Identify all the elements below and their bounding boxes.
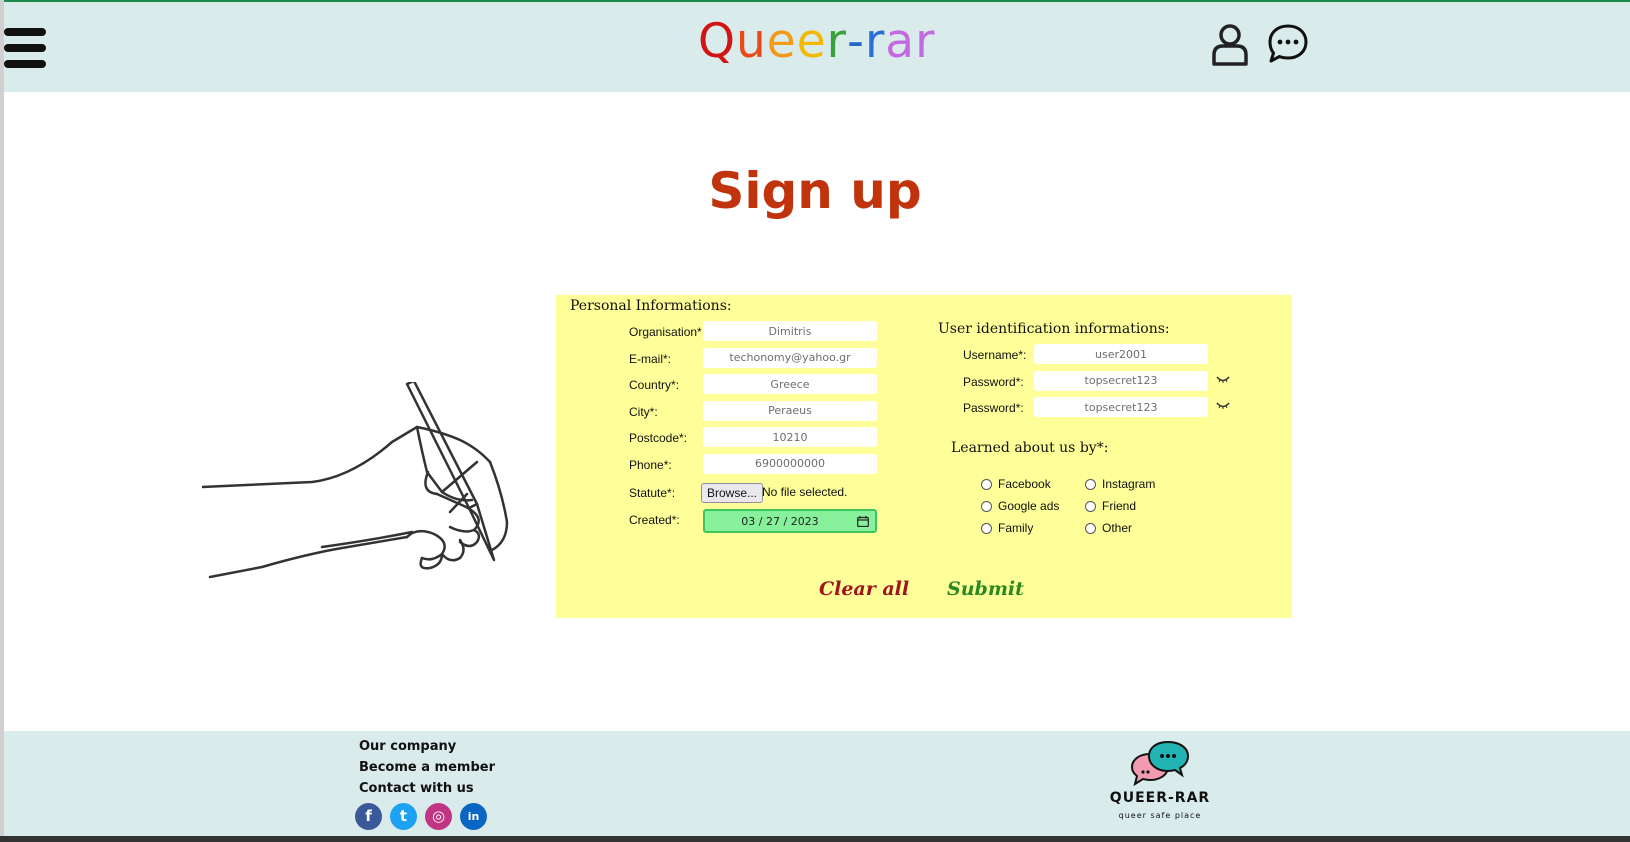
left-border (0, 0, 4, 842)
field-label-username: Username*: (963, 348, 1027, 362)
radio-instagram[interactable] (1085, 479, 1096, 490)
field-label-organisation: Organisation* (629, 325, 702, 339)
field-label-postcode: Postcode*: (629, 431, 688, 445)
statute-label: Statute*: (629, 486, 676, 500)
footer-link-our-company[interactable]: Our company (359, 739, 456, 754)
site-logo[interactable]: Queer-rar (698, 14, 935, 69)
instagram-icon[interactable]: ◎ (425, 803, 452, 830)
logo-letter: a (885, 14, 916, 69)
site-header: Queer-rar (4, 2, 1630, 92)
logo-letter: r (826, 14, 847, 69)
radio-label: Friend (1102, 499, 1137, 513)
phone-input[interactable] (703, 453, 877, 474)
radio-friend[interactable] (1085, 501, 1096, 512)
chat-icon[interactable] (1266, 22, 1310, 66)
field-label-phone: Phone*: (629, 457, 672, 472)
logo-letter: Q (698, 14, 736, 69)
radio-label: Facebook (998, 477, 1051, 491)
calendar-icon[interactable] (857, 516, 869, 527)
footer-link-become-a-member[interactable]: Become a member (359, 760, 495, 775)
file-status: No file selected. (762, 485, 848, 499)
radio-label: Google ads (998, 499, 1060, 513)
password-input[interactable] (1034, 370, 1208, 391)
postcode-input[interactable] (703, 427, 877, 447)
radio-family[interactable] (981, 523, 992, 534)
user-info-title: User identification informations: (938, 321, 1170, 337)
created-date-input[interactable]: 03 / 27 / 2023 (703, 509, 877, 533)
signup-form: Personal Informations: Organisation* E-ma… (556, 295, 1292, 618)
radio-google-ads[interactable] (981, 501, 992, 512)
radio-label: Family (998, 521, 1034, 535)
clear-all-button[interactable]: Clear all (819, 578, 909, 600)
e-mail-input[interactable] (703, 347, 877, 368)
city-input[interactable] (703, 400, 877, 421)
site-footer (4, 731, 1630, 836)
logo-letter: r (864, 14, 886, 69)
field-label-password: Password*: (963, 374, 1024, 389)
page-title: Sign up (708, 162, 922, 220)
submit-button[interactable]: Submit (947, 578, 1024, 600)
user-icon[interactable] (1210, 22, 1250, 66)
field-label-country: Country*: (629, 378, 680, 392)
radio-label: Other (1102, 521, 1133, 535)
facebook-icon[interactable]: f (355, 803, 382, 830)
created-label: Created*: (629, 513, 680, 527)
bottom-border (0, 836, 1630, 842)
logo-letter: - (846, 14, 865, 69)
footer-link-contact-with-us[interactable]: Contact with us (359, 781, 474, 796)
hand-writing-illustration (202, 382, 509, 579)
logo-letter: u (736, 14, 767, 69)
username-input[interactable] (1034, 344, 1208, 364)
logo-letter: r (915, 14, 936, 69)
radio-other[interactable] (1085, 523, 1096, 534)
created-date-value: 03 / 27 / 2023 (741, 515, 819, 528)
personal-info-title: Personal Informations: (570, 298, 732, 314)
hamburger-menu-icon[interactable] (4, 28, 46, 70)
logo-letter: e (796, 14, 827, 69)
brand-name: QUEER-RAR (1109, 790, 1211, 806)
learned-title: Learned about us by*: (951, 440, 1109, 456)
brand-tagline: queer safe place (1118, 811, 1202, 820)
field-label-password-confirm: Password*: (963, 401, 1024, 415)
radio-label: Instagram (1102, 477, 1156, 491)
field-label-e-mail: E-mail*: (629, 351, 672, 366)
field-label-city: City*: (629, 404, 658, 419)
password-confirm-input[interactable] (1034, 397, 1208, 417)
country-input[interactable] (703, 374, 877, 394)
organisation-input[interactable] (703, 321, 877, 341)
radio-facebook[interactable] (981, 479, 992, 490)
twitter-icon[interactable]: t (390, 803, 417, 830)
linkedin-icon[interactable]: in (460, 803, 487, 830)
logo-letter: e (766, 14, 797, 69)
show-password-icon[interactable] (1216, 376, 1230, 384)
browse-button[interactable]: Browse... (701, 483, 764, 503)
brand-chat-bubbles-icon (1130, 740, 1190, 786)
show-password-confirm-icon[interactable] (1216, 402, 1230, 410)
